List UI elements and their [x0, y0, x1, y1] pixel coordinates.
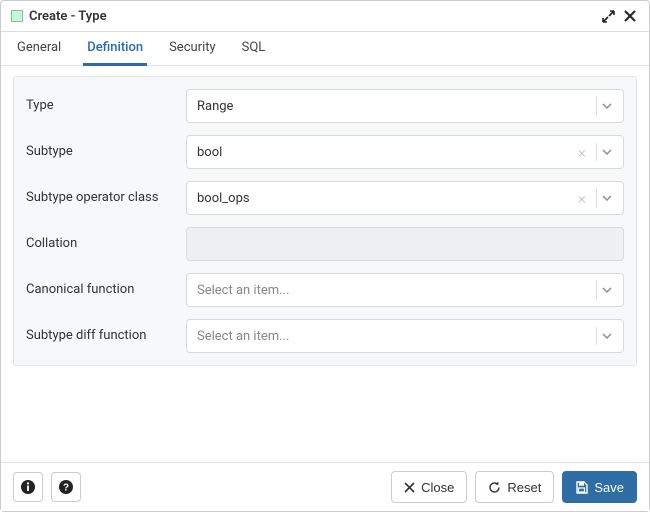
close-icon[interactable] — [621, 7, 639, 25]
tabs: General Definition Security SQL — [1, 32, 649, 66]
close-label: Close — [421, 480, 454, 495]
reset-icon — [488, 481, 501, 494]
tab-sql[interactable]: SQL — [238, 32, 270, 66]
chevron-down-icon — [601, 192, 613, 204]
type-select[interactable]: Range — [186, 89, 624, 123]
select-separator — [596, 97, 597, 115]
form-panel: Type Range Subtype bool × — [13, 76, 637, 366]
subtype-select[interactable]: bool × — [186, 135, 624, 169]
collation-input — [186, 227, 624, 261]
subtype-opclass-value: bool_ops — [197, 191, 572, 206]
subtype-opclass-select[interactable]: bool_ops × — [186, 181, 624, 215]
svg-text:?: ? — [63, 483, 69, 494]
label-subtype-diff-fn: Subtype diff function — [26, 328, 186, 345]
type-icon — [11, 10, 23, 22]
row-canonical-fn: Canonical function Select an item... — [26, 273, 624, 307]
close-button[interactable]: Close — [391, 471, 467, 503]
label-subtype: Subtype — [26, 144, 186, 161]
tab-general[interactable]: General — [13, 32, 65, 66]
clear-icon[interactable]: × — [572, 190, 592, 206]
label-canonical-fn: Canonical function — [26, 282, 186, 299]
subtype-value: bool — [197, 145, 572, 160]
select-separator — [596, 281, 597, 299]
expand-icon[interactable] — [599, 7, 617, 25]
row-subtype-diff-fn: Subtype diff function Select an item... — [26, 319, 624, 353]
close-x-icon — [404, 482, 415, 493]
subtype-diff-fn-placeholder: Select an item... — [197, 329, 592, 344]
info-button[interactable] — [13, 472, 43, 502]
select-separator — [596, 189, 597, 207]
subtype-diff-fn-select[interactable]: Select an item... — [186, 319, 624, 353]
type-value: Range — [197, 99, 592, 114]
reset-label: Reset — [507, 480, 541, 495]
clear-icon[interactable]: × — [572, 144, 592, 160]
label-type: Type — [26, 98, 186, 115]
select-separator — [596, 143, 597, 161]
label-collation: Collation — [26, 236, 186, 253]
select-separator — [596, 327, 597, 345]
row-type: Type Range — [26, 89, 624, 123]
save-button[interactable]: Save — [562, 471, 637, 503]
canonical-fn-select[interactable]: Select an item... — [186, 273, 624, 307]
canonical-fn-placeholder: Select an item... — [197, 283, 592, 298]
row-subtype-opclass: Subtype operator class bool_ops × — [26, 181, 624, 215]
chevron-down-icon — [601, 284, 613, 296]
tab-security[interactable]: Security — [165, 32, 220, 66]
label-subtype-opclass: Subtype operator class — [26, 190, 186, 207]
row-collation: Collation — [26, 227, 624, 261]
titlebar: Create - Type — [1, 1, 649, 32]
save-label: Save — [594, 480, 624, 495]
chevron-down-icon — [601, 330, 613, 342]
chevron-down-icon — [601, 146, 613, 158]
row-subtype: Subtype bool × — [26, 135, 624, 169]
chevron-down-icon — [601, 100, 613, 112]
help-button[interactable]: ? — [51, 472, 81, 502]
save-icon — [575, 481, 588, 494]
tab-definition[interactable]: Definition — [83, 32, 147, 66]
reset-button[interactable]: Reset — [475, 471, 554, 503]
window-title: Create - Type — [29, 9, 595, 24]
footer: ? Close Reset Save — [1, 462, 649, 511]
content-area: Type Range Subtype bool × — [1, 66, 649, 462]
